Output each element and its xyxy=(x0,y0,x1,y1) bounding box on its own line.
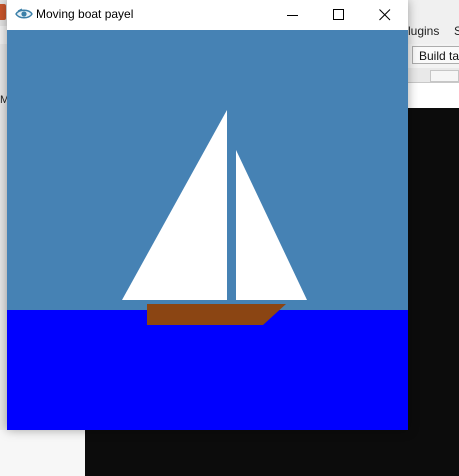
close-button[interactable] xyxy=(362,0,408,30)
maximize-button[interactable] xyxy=(316,0,362,30)
canvas-scene xyxy=(7,30,408,430)
ide-app-icon xyxy=(0,4,6,20)
ide-editor-area xyxy=(408,83,459,109)
maximize-icon xyxy=(333,9,344,20)
window-titlebar[interactable]: Moving boat payel xyxy=(7,0,408,30)
close-icon xyxy=(379,9,391,21)
sailboat xyxy=(122,110,307,325)
build-target-dropdown[interactable]: Build tar xyxy=(412,46,459,64)
right-sail xyxy=(236,150,307,300)
minimize-icon xyxy=(287,15,298,16)
app-eye-icon xyxy=(15,8,33,19)
ide-titlebar-edge xyxy=(0,0,7,26)
boat-app-window: Moving boat payel xyxy=(7,0,408,430)
window-title: Moving boat payel xyxy=(36,7,134,21)
ide-menu-plugins[interactable]: lugins xyxy=(408,24,439,38)
ide-editor-tab[interactable] xyxy=(430,70,459,82)
ide-left-panel-lower xyxy=(0,430,85,476)
ide-left-panel xyxy=(0,44,7,476)
left-sail xyxy=(122,110,227,300)
ide-menu-settings[interactable]: S xyxy=(454,24,459,38)
boat-hull xyxy=(147,304,286,325)
minimize-button[interactable] xyxy=(270,0,316,30)
